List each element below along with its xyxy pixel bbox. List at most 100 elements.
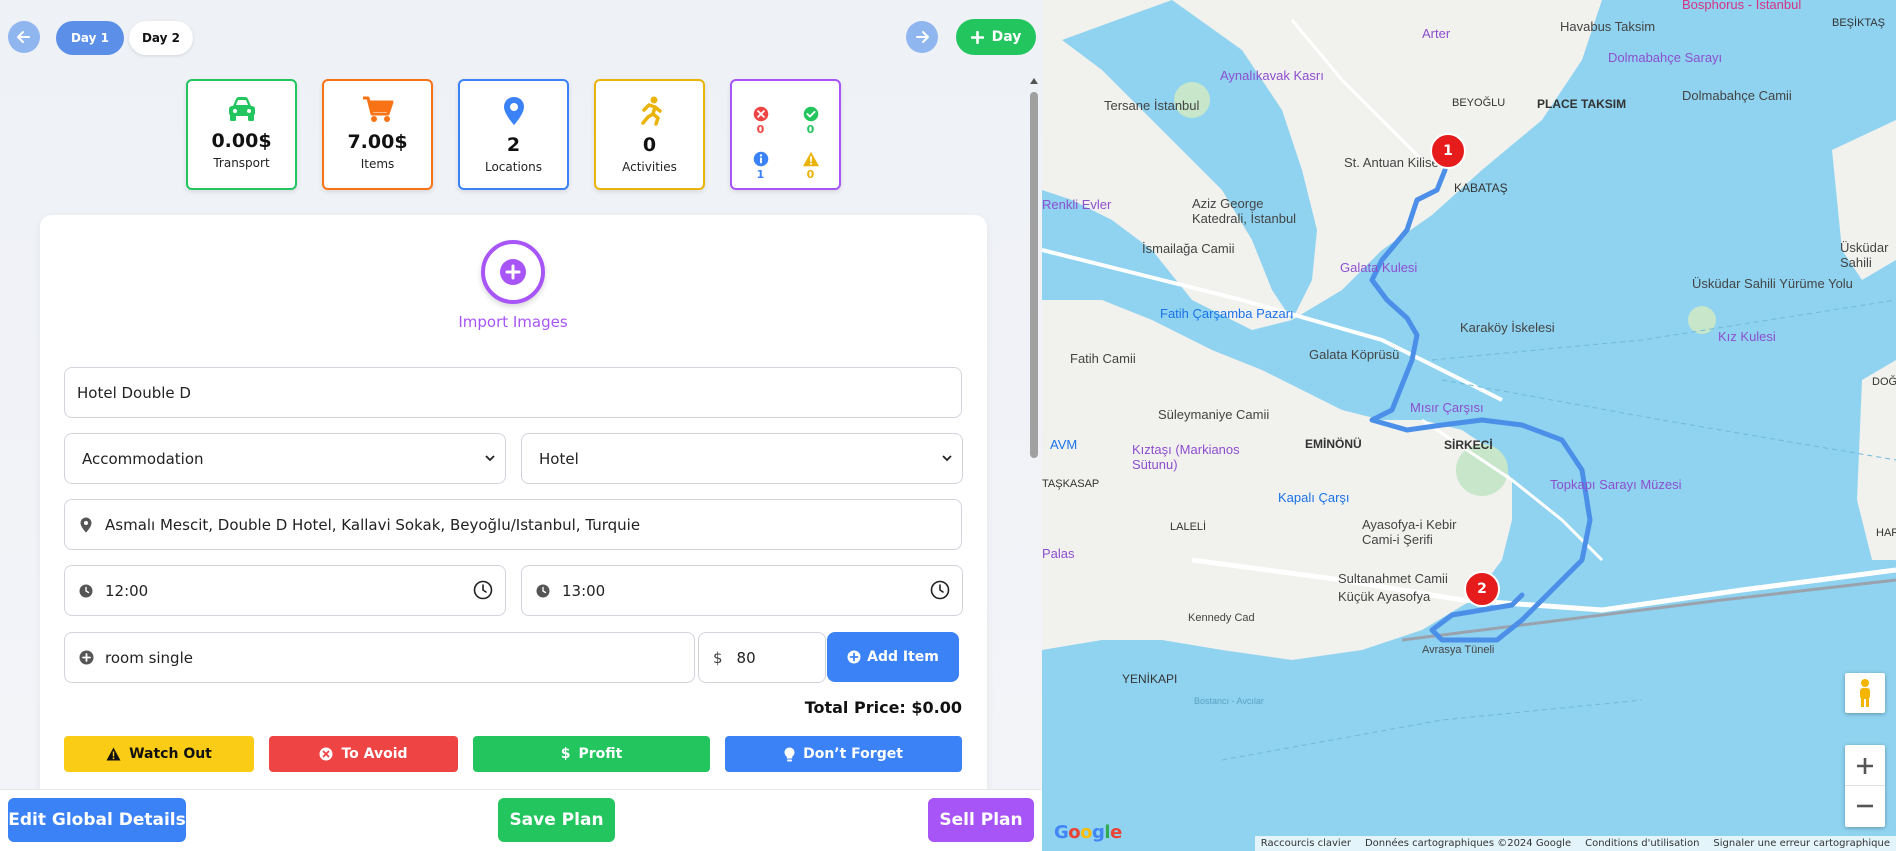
route-marker-2-label: 2 xyxy=(1477,581,1487,597)
add-item-button[interactable]: Add Item xyxy=(827,632,959,682)
dollar-icon: $ xyxy=(560,746,571,762)
map-data-text: Données cartographiques ©2024 Google xyxy=(1364,838,1572,849)
map-label: Kapalı Çarşı xyxy=(1278,490,1350,505)
price-input[interactable]: $ 80 xyxy=(698,632,826,683)
map-label: DOĞAN xyxy=(1872,376,1896,388)
profit-count-cell: 0 xyxy=(786,91,836,136)
item-name-input[interactable]: Hotel Double D xyxy=(64,367,962,418)
start-time-input[interactable]: 12:00 xyxy=(64,565,506,616)
route-map[interactable]: Bosphorus - İstanbul BEŞİKTAŞ Havabus Ta… xyxy=(1042,0,1896,851)
map-label: Galata Köprüsü xyxy=(1309,347,1400,362)
zoom-out-button[interactable] xyxy=(1845,786,1885,826)
next-day-button[interactable] xyxy=(906,21,938,53)
keyboard-shortcuts-link[interactable]: Raccourcis clavier xyxy=(1261,838,1351,849)
address-input[interactable]: Asmalı Mescit, Double D Hotel, Kallavi S… xyxy=(64,499,962,550)
to-avoid-button[interactable]: To Avoid xyxy=(269,736,458,772)
import-images-button[interactable] xyxy=(481,240,545,304)
locations-value: 2 xyxy=(506,134,521,156)
plus-circle-icon xyxy=(500,259,526,285)
map-label: SİRKECİ xyxy=(1444,438,1493,452)
plus-circle-icon xyxy=(77,650,95,665)
map-label: Avrasya Tüneli xyxy=(1422,644,1495,656)
alerts-grid: 0 0 1 0 xyxy=(736,91,836,181)
map-label: Kıztaşı (Markianos Sütunu) xyxy=(1132,442,1240,472)
end-time-input[interactable]: 13:00 xyxy=(521,565,963,616)
tab-day-1[interactable]: Day 1 xyxy=(56,21,124,55)
running-icon xyxy=(640,96,662,126)
map-label: Karaköy İskelesi xyxy=(1460,320,1555,335)
items-value: 7.00$ xyxy=(347,131,408,153)
map-label: BEŞİKTAŞ xyxy=(1832,17,1885,29)
price-value: 80 xyxy=(736,648,756,667)
map-label: Üsküdar Sahili xyxy=(1840,240,1889,270)
tab-day-2[interactable]: Day 2 xyxy=(129,21,193,55)
route-marker-2[interactable]: 2 xyxy=(1464,571,1500,607)
map-label: Süleymaniye Camii xyxy=(1158,407,1270,422)
map-label: YENİKAPI xyxy=(1122,672,1178,686)
time-picker-icon[interactable] xyxy=(473,580,493,600)
report-error-link[interactable]: Signaler une erreur cartographique xyxy=(1713,838,1890,849)
map-label: AVM xyxy=(1050,437,1078,452)
add-day-button[interactable]: Day xyxy=(956,19,1036,55)
add-day-label: Day xyxy=(991,29,1022,45)
terms-link[interactable]: Conditions d'utilisation xyxy=(1585,838,1699,849)
street-view-pegman[interactable] xyxy=(1845,673,1885,713)
items-label: Items xyxy=(360,157,395,171)
total-price: Total Price: $0.00 xyxy=(804,698,962,717)
sell-plan-button[interactable]: Sell Plan xyxy=(928,798,1034,842)
warning-icon xyxy=(802,151,819,167)
type-select[interactable]: Hotel xyxy=(521,433,963,484)
x-circle-icon xyxy=(753,106,768,122)
scrollbar-thumb[interactable] xyxy=(1030,92,1038,458)
category-select[interactable]: Accommodation xyxy=(64,433,506,484)
tab-day-1-label: Day 1 xyxy=(70,31,110,45)
map-label: Kız Kulesi xyxy=(1718,329,1776,344)
chevron-down-icon xyxy=(942,455,952,462)
map-label: Fatih Camii xyxy=(1070,351,1136,366)
watch-count-cell: 0 xyxy=(786,136,836,181)
map-label: LALELİ xyxy=(1170,521,1207,533)
items-stat-card: 7.00$ Items xyxy=(322,79,433,190)
transport-label: Transport xyxy=(213,156,270,170)
map-label: Galata Kulesi xyxy=(1340,260,1418,275)
watch-out-button[interactable]: Watch Out xyxy=(64,736,254,772)
map-label: EMİNÖNÜ xyxy=(1305,437,1362,451)
map-label: İsmailağa Camii xyxy=(1142,241,1235,256)
map-label: Palas xyxy=(1042,546,1075,561)
locations-stat-card: 2 Locations xyxy=(458,79,569,190)
watch-out-label: Watch Out xyxy=(129,746,212,762)
time-picker-icon[interactable] xyxy=(930,580,950,600)
save-plan-button[interactable]: Save Plan xyxy=(498,798,615,842)
map-label: Kennedy Cad xyxy=(1188,612,1255,624)
map-label: Renkli Evler xyxy=(1042,197,1112,212)
zoom-in-button[interactable] xyxy=(1845,746,1885,786)
info-count-cell: 1 xyxy=(736,136,786,181)
map-label: Dolmabahçe Sarayı xyxy=(1608,50,1723,65)
activities-label: Activities xyxy=(622,160,677,174)
edit-global-details-button[interactable]: Edit Global Details xyxy=(8,798,186,842)
arrow-left-icon xyxy=(17,31,30,43)
item-input-value: room single xyxy=(105,648,193,667)
map-label: Havabus Taksim xyxy=(1560,19,1656,34)
item-name-value: Hotel Double D xyxy=(77,383,191,402)
info-circle-icon xyxy=(753,151,768,167)
warning-icon xyxy=(106,747,121,761)
currency-symbol: $ xyxy=(713,648,723,667)
scroll-up-icon[interactable] xyxy=(1030,78,1038,84)
category-value: Accommodation xyxy=(82,449,204,468)
lightbulb-icon xyxy=(784,747,795,761)
map-label: Tersane İstanbul xyxy=(1104,98,1200,113)
map-label: KABATAŞ xyxy=(1454,181,1508,195)
info-count: 1 xyxy=(756,168,765,181)
map-label: Üsküdar Sahili Yürüme Yolu xyxy=(1692,276,1853,291)
transport-value: 0.00$ xyxy=(211,130,272,152)
pegman-icon xyxy=(1860,679,1870,707)
import-images-label[interactable]: Import Images xyxy=(413,313,613,331)
planner-panel: Day 1 Day 2 Day 0.00$ Transport 7.00$ It… xyxy=(0,0,1042,851)
route-marker-1[interactable]: 1 xyxy=(1430,133,1466,169)
type-value: Hotel xyxy=(539,449,579,468)
previous-day-button[interactable] xyxy=(8,21,40,53)
profit-button[interactable]: $ Profit xyxy=(473,736,710,772)
dont-forget-button[interactable]: Don’t Forget xyxy=(725,736,962,772)
item-input[interactable]: room single xyxy=(64,632,695,683)
